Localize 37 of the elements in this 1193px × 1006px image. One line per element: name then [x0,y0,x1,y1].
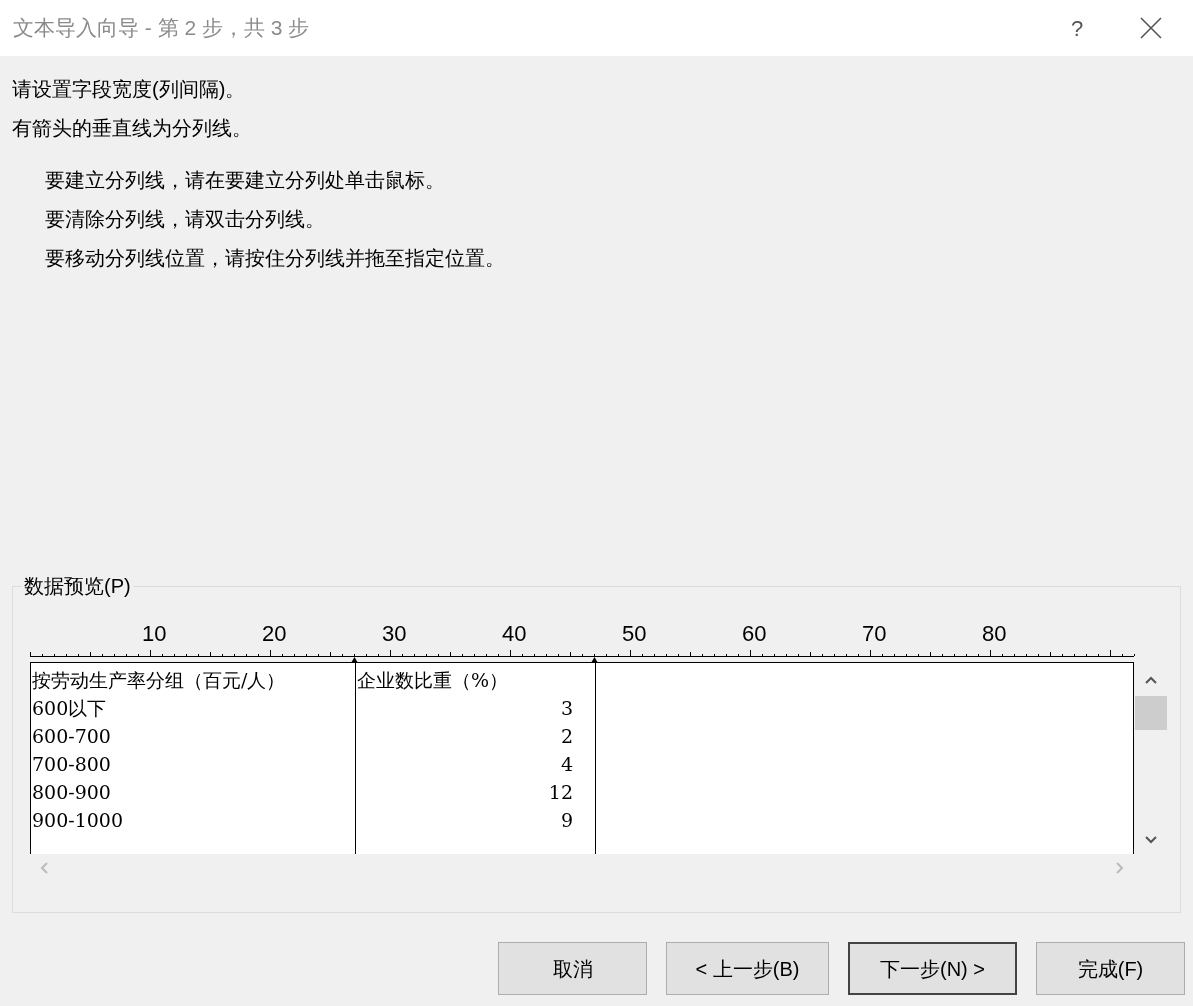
help-button[interactable]: ? [1057,11,1097,45]
ruler-number: 60 [742,621,767,647]
table-cell-text: 9 [559,808,574,833]
table-cell-text: 12 [547,780,574,805]
ruler-number: 30 [382,621,407,647]
ruler-number: 20 [262,621,287,647]
chevron-left-icon[interactable] [40,862,48,874]
instruction-text: 请设置字段宽度(列间隔)。 [12,77,247,102]
table-cell-text: 600-700 [31,724,112,749]
close-icon [1140,17,1162,39]
dialog-button[interactable]: < 上一步(B) [666,942,829,995]
table-cell-text: 600以下 [31,696,108,721]
tip-text: 要移动分列线位置，请按住分列线并拖至指定位置。 [45,246,506,271]
dialog-button[interactable]: 完成(F) [1036,942,1185,995]
ruler-number: 10 [142,621,167,647]
ruler-number: 70 [862,621,887,647]
ruler-number: 50 [622,621,647,647]
tip-text: 要建立分列线，请在要建立分列处单击鼠标。 [45,168,446,193]
window-title: 文本导入向导 - 第 2 步，共 3 步 [13,15,311,42]
table-cell-text: 900-1000 [31,808,125,833]
ruler-number: 80 [982,621,1007,647]
chevron-up-icon[interactable] [1145,676,1157,684]
ruler-number: 40 [502,621,527,647]
instruction-text: 有箭头的垂直线为分列线。 [12,116,253,141]
table-cell-text: 按劳动生产率分组（百元/人） [31,668,287,693]
scrollbar-thumb[interactable] [1135,696,1167,730]
dialog-button[interactable]: 取消 [498,942,647,995]
table-cell-text: 800-900 [31,780,112,805]
table-cell-text: 700-800 [31,752,112,777]
tip-text: 要清除分列线，请双击分列线。 [45,207,326,232]
table-cell-text: 企业数比重（%） [356,668,510,693]
chevron-right-icon[interactable] [1116,862,1124,874]
dialog-button[interactable]: 下一步(N) > [848,942,1017,995]
table-cell-text: 3 [559,696,574,721]
chevron-down-icon[interactable] [1145,836,1157,844]
table-cell-text: 2 [559,724,574,749]
table-cell-text: 4 [559,752,574,777]
